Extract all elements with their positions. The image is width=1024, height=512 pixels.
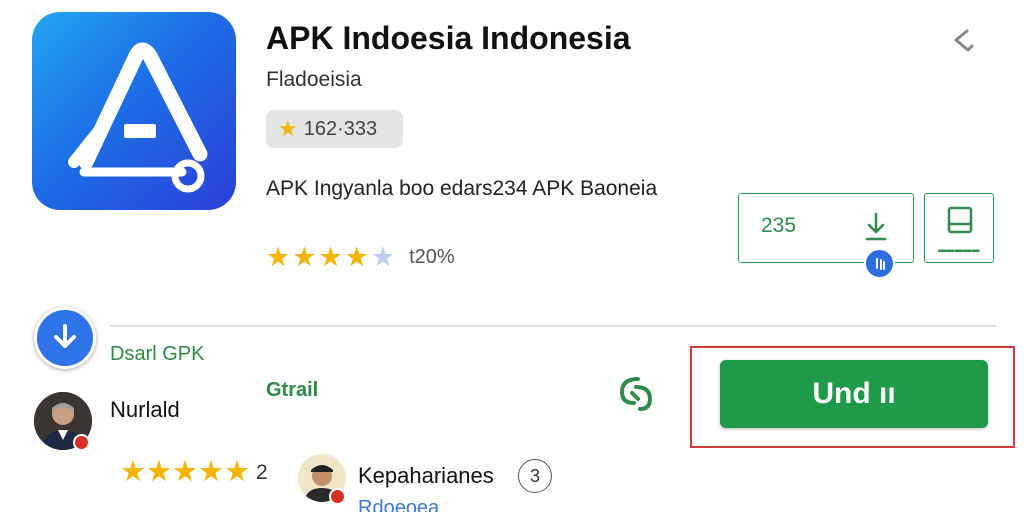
stylized-a-logo-icon — [68, 42, 208, 193]
download-button[interactable] — [34, 307, 96, 369]
download-icon — [54, 324, 76, 348]
details-link[interactable]: Gtrail — [266, 379, 318, 402]
size-value: 235 — [761, 214, 797, 237]
star-icon: ★ — [344, 242, 369, 272]
star-icon: ★ — [146, 456, 172, 488]
refresh-button[interactable] — [614, 373, 660, 420]
avatar-badge — [329, 488, 346, 505]
star-icon: ★ — [292, 242, 317, 272]
install-button[interactable]: Und ıı — [720, 360, 988, 428]
star-icon: ★ — [224, 456, 250, 488]
review-star-rating: ★ ★ ★ ★ ★ 2 — [120, 458, 268, 487]
share-button[interactable] — [944, 22, 980, 58]
star-icon: ★ — [370, 242, 396, 272]
app-star-rating: ★ ★ ★ ★ ★ t20% — [266, 244, 455, 271]
review-count-badge: 3 — [518, 459, 552, 493]
developer-name[interactable]: Fladoeisia — [266, 68, 362, 92]
avatar-badge — [73, 434, 90, 451]
save-button[interactable]: ▬▬▬▬▬ — [924, 193, 994, 263]
save-caption: ▬▬▬▬▬ — [938, 245, 980, 254]
save-icon — [947, 206, 973, 234]
reviewer-name[interactable]: Nurlald — [110, 397, 180, 423]
app-description: APK Ingyanla boo edars234 APK Baoneia — [266, 177, 658, 200]
download-icon — [865, 212, 887, 241]
rating-chip-value: 162·333 — [303, 117, 378, 140]
rating-percent: t20% — [409, 246, 455, 268]
rating-chip: ★ 162·333 — [266, 110, 403, 148]
star-icon: ★ — [120, 456, 146, 488]
refresh-icon — [619, 377, 653, 411]
reviewer-subtitle[interactable]: Rdoeoea — [358, 497, 439, 512]
section-label: Dsarl GPK — [110, 343, 205, 365]
download-badge-icon — [864, 248, 895, 279]
share-icon — [954, 29, 974, 52]
star-icon: ★ — [318, 242, 343, 272]
review-count: 2 — [256, 460, 268, 484]
star-icon: ★ — [172, 456, 198, 488]
app-icon — [32, 12, 236, 210]
star-icon: ★ — [266, 242, 291, 272]
star-icon: ★ — [198, 456, 224, 488]
reviewer-name[interactable]: Kepaharianes — [358, 463, 494, 489]
divider — [110, 325, 996, 327]
star-icon: ★ — [278, 116, 298, 141]
app-title: APK Indoesia Indonesia — [266, 20, 631, 56]
